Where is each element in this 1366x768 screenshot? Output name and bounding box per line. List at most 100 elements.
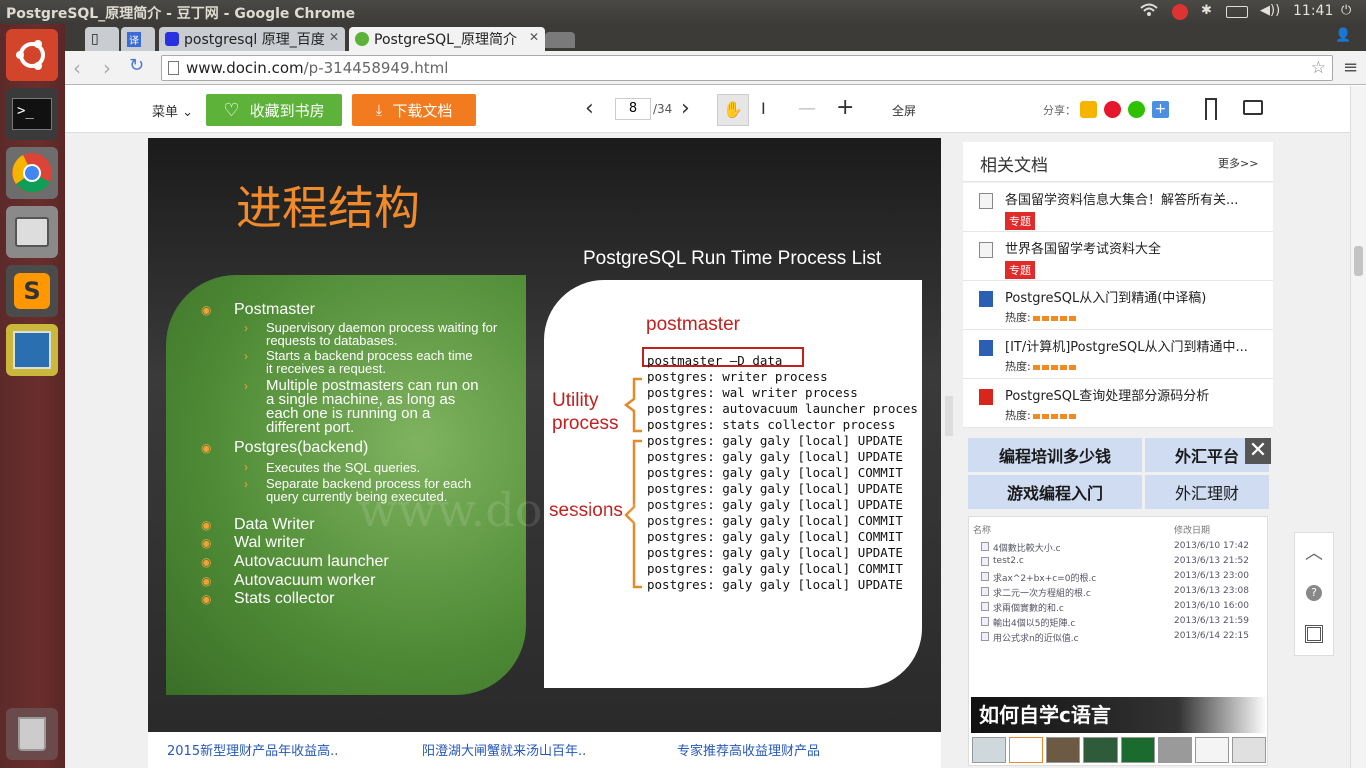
ad-link[interactable]: 游戏编程入门 xyxy=(968,475,1142,509)
thumbnail[interactable] xyxy=(1231,737,1266,763)
heat-label: 热度: xyxy=(1005,409,1031,422)
trash-icon[interactable] xyxy=(6,708,58,760)
file-row: 輸出4個以5的矩陣.c 2013/6/13 21:59 xyxy=(969,614,1269,629)
back-icon[interactable]: ‹ xyxy=(73,56,81,80)
page-number-input[interactable]: 8 xyxy=(615,98,651,120)
back-to-top-icon[interactable]: ︿ xyxy=(1305,539,1323,565)
sub-bullet-icon: › xyxy=(244,460,248,474)
postmaster-label: postmaster xyxy=(646,314,740,335)
process-line: postmaster –D data xyxy=(647,353,783,368)
weibo-icon[interactable] xyxy=(1104,101,1121,118)
zoom-in-icon[interactable]: + xyxy=(836,95,854,120)
workspace-switcher-icon[interactable] xyxy=(6,324,58,376)
ad-link[interactable]: 专家推荐高收益理财产品 xyxy=(677,740,820,759)
related-doc-item[interactable]: PostgreSQL从入门到精通(中译稿) 热度: xyxy=(963,281,1273,330)
ad-link[interactable]: 2015新型理财产品年收益高.. xyxy=(167,740,338,759)
next-page-icon[interactable]: › xyxy=(681,96,690,121)
files-icon[interactable] xyxy=(6,206,58,258)
download-button[interactable]: ⤓ 下载文档 xyxy=(352,94,476,126)
reload-icon[interactable]: ↻ xyxy=(129,55,144,76)
file-name: test2.c xyxy=(993,556,1024,566)
terminal-icon[interactable]: >_ xyxy=(6,88,58,140)
qr-code-icon[interactable] xyxy=(1305,625,1323,643)
user-icon[interactable]: 👤 xyxy=(1335,28,1351,43)
process-line: postgres: galy galy [local] UPDATE xyxy=(647,433,903,448)
hand-tool-icon[interactable]: ✋ xyxy=(717,94,749,126)
bookmark-icon[interactable] xyxy=(1205,98,1217,120)
select-tool-icon[interactable]: I xyxy=(761,99,766,118)
file-date: 2013/6/14 22:15 xyxy=(1174,631,1249,641)
topic-tag: 专题 xyxy=(1005,261,1035,279)
watermark: www.docin.com xyxy=(358,483,725,537)
heat-label: 热度: xyxy=(1005,311,1031,324)
ad-link[interactable]: 外汇理财 xyxy=(1145,475,1269,509)
bullet-item: Starts a backend process each time it re… xyxy=(266,348,473,376)
ad-image-panel[interactable]: 名称 修改日期 4個數比較大小.c 2013/6/10 17:42 test2.c 2… xyxy=(968,516,1268,766)
ad-link[interactable]: 阳澄湖大闸蟹就来汤山百年.. xyxy=(422,740,586,759)
related-doc-item[interactable]: 世界各国留学考试资料大全 专题 xyxy=(963,232,1273,281)
close-tab-icon[interactable]: ✕ xyxy=(329,30,339,44)
thumbnail[interactable] xyxy=(1046,737,1081,763)
tab-pinned-2[interactable]: 译 xyxy=(121,27,155,51)
related-doc-item[interactable]: [IT/计算机]PostgreSQL从入门到精通中... 热度: xyxy=(963,330,1273,379)
tab-pinned-1[interactable]: ▯ xyxy=(85,27,119,51)
qzone-icon[interactable] xyxy=(1080,101,1097,118)
menu-dropdown[interactable]: 菜单 ⌄ xyxy=(152,101,193,120)
thumbnail[interactable] xyxy=(1009,737,1044,763)
os-top-panel: PostgreSQL_原理简介 - 豆丁网 - Google Chrome ✱ … xyxy=(0,0,1366,24)
zoom-out-icon[interactable]: — xyxy=(798,98,816,119)
bullet-icon: ◉ xyxy=(201,555,212,569)
scrollbar-thumb[interactable] xyxy=(1354,246,1363,276)
tab-docin[interactable]: PostgreSQL_原理简介 ✕ xyxy=(349,27,545,51)
prev-page-icon[interactable]: ‹ xyxy=(585,96,594,121)
doc-title[interactable]: 世界各国留学考试资料大全 xyxy=(1005,238,1161,257)
collapse-sidebar-handle[interactable] xyxy=(945,396,953,436)
thumbnail[interactable] xyxy=(972,737,1007,763)
power-icon[interactable]: ⏻ xyxy=(1341,3,1351,18)
clock[interactable]: 11:41 xyxy=(1293,3,1333,19)
menu-icon[interactable]: ≡ xyxy=(1343,57,1358,78)
keyboard-icon[interactable] xyxy=(1226,6,1248,18)
floating-tools: ︿ ? xyxy=(1294,532,1334,656)
thumbnail[interactable] xyxy=(1083,737,1118,763)
thumbnail[interactable] xyxy=(1194,737,1229,763)
col-date: 修改日期 xyxy=(1174,526,1211,536)
wechat-icon[interactable] xyxy=(1128,101,1145,118)
chrome-icon[interactable] xyxy=(6,147,58,199)
page-scrollbar[interactable] xyxy=(1350,86,1366,768)
c-file-icon xyxy=(981,602,989,611)
collect-button[interactable]: ♡ 收藏到书房 xyxy=(206,94,342,126)
close-tab-icon[interactable]: ✕ xyxy=(529,30,539,44)
comment-icon[interactable] xyxy=(1243,100,1263,115)
tab-baidu[interactable]: postgresql 原理_百度 ✕ xyxy=(159,27,345,51)
doc-title[interactable]: 各国留学资料信息大集合！解答所有关... xyxy=(1005,189,1238,208)
ad-link[interactable]: 编程培训多少钱 xyxy=(968,438,1142,472)
more-share-icon[interactable]: + xyxy=(1152,101,1169,118)
bluetooth-icon[interactable]: ✱ xyxy=(1201,3,1212,18)
more-link[interactable]: 更多>> xyxy=(1218,155,1258,171)
fullscreen-button[interactable]: 全屏 xyxy=(892,102,916,119)
sublime-text-icon[interactable]: S xyxy=(6,265,58,317)
new-tab-button[interactable] xyxy=(545,32,575,48)
bookmark-star-icon[interactable]: ☆ xyxy=(1311,56,1326,80)
volume-icon[interactable]: ◀)) xyxy=(1260,3,1280,18)
doc-title[interactable]: PostgreSQL从入门到精通(中译稿) xyxy=(1005,287,1206,306)
thumbnail[interactable] xyxy=(1157,737,1192,763)
file-row: 4個數比較大小.c 2013/6/10 17:42 xyxy=(969,539,1269,554)
forward-icon[interactable]: › xyxy=(103,56,111,80)
related-doc-item[interactable]: PostgreSQL查询处理部分源码分析 热度: xyxy=(963,379,1273,428)
pdf-doc-icon xyxy=(979,389,993,405)
doc-title[interactable]: [IT/计算机]PostgreSQL从入门到精通中... xyxy=(1005,336,1248,355)
thumbnail[interactable] xyxy=(1120,737,1155,763)
notification-icon[interactable] xyxy=(1172,4,1188,20)
doc-toolbar: 菜单 ⌄ ♡ 收藏到书房 ⤓ 下载文档 ‹ 8 /34 › ✋ I — + 全屏 分… xyxy=(65,86,1350,133)
doc-title[interactable]: PostgreSQL查询处理部分源码分析 xyxy=(1005,385,1209,404)
file-date: 2013/6/13 23:00 xyxy=(1174,571,1249,581)
address-bar[interactable]: www.docin.com/p-314458949.html ☆ xyxy=(161,55,1333,81)
wifi-icon[interactable] xyxy=(1140,3,1158,21)
related-doc-item[interactable]: 各国留学资料信息大集合！解答所有关... 专题 xyxy=(963,183,1273,232)
download-label: 下载文档 xyxy=(392,101,453,120)
ubuntu-logo-icon[interactable] xyxy=(6,29,58,81)
close-ad-icon[interactable]: ✕ xyxy=(1245,438,1271,464)
help-icon[interactable]: ? xyxy=(1306,585,1322,601)
